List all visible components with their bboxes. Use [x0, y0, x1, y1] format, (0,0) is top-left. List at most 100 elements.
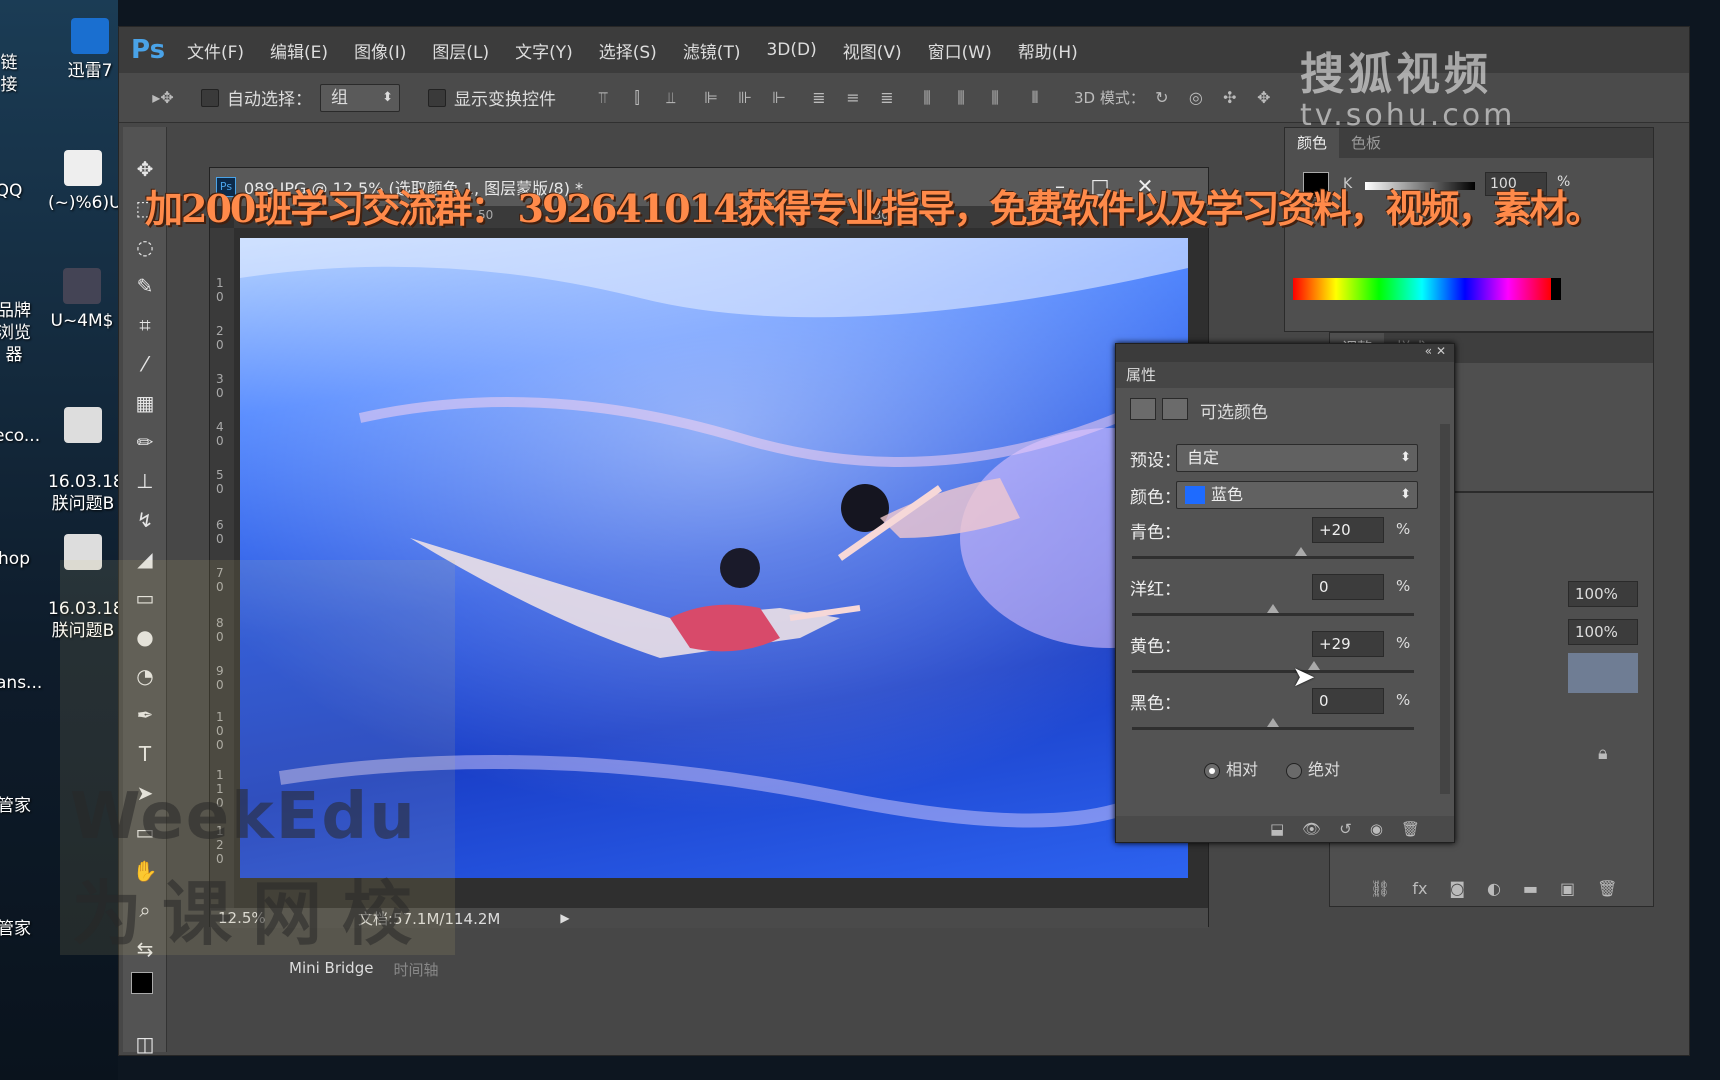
quick-mask-icon[interactable]: ◫ [125, 1026, 165, 1062]
cyan-slider[interactable] [1132, 547, 1414, 559]
yellow-input[interactable]: +29 [1312, 631, 1384, 657]
desktop-icon-manager2[interactable]: 管家 [0, 918, 32, 940]
align-hcenter-icon[interactable]: ⊪ [734, 87, 756, 109]
cyan-slider-thumb[interactable] [1295, 547, 1308, 556]
black-slider-thumb[interactable] [1267, 718, 1279, 727]
delete-layer-icon[interactable]: 🗑︎ [1597, 879, 1617, 898]
desktop-icon-qq[interactable]: QQ [0, 180, 24, 202]
properties-scrollbar[interactable] [1440, 424, 1450, 794]
new-group-icon[interactable]: ▬ [1523, 879, 1538, 898]
clip-to-layer-icon[interactable]: ⬓ [1270, 816, 1284, 842]
fill-input[interactable]: 100% [1568, 619, 1638, 645]
align-right-icon[interactable]: ⊩ [768, 87, 790, 109]
distribute-hcenter-icon[interactable]: ⫼ [950, 87, 972, 109]
ruler-tick: 6 0 [216, 518, 224, 546]
view-previous-icon[interactable]: 👁︎ [1302, 816, 1321, 842]
absolute-radio[interactable]: 绝对 [1286, 756, 1340, 780]
menu-window[interactable]: 窗口(W) [928, 38, 992, 63]
menu-filter[interactable]: 滤镜(T) [683, 38, 741, 63]
layer-row-selected[interactable] [1568, 653, 1638, 693]
weekedu-watermark-en: WeekEdu [70, 780, 417, 854]
history-brush-tool-icon[interactable]: ↯ [125, 502, 165, 538]
cyan-input[interactable]: +20 [1312, 517, 1384, 543]
desktop-icon-xunlei[interactable]: 迅雷7 [62, 18, 118, 82]
desktop-icon-browser[interactable]: 品牌浏览器 [0, 300, 32, 366]
brush-tool-icon[interactable]: ✏ [125, 424, 165, 460]
move-tool-icon[interactable]: ▸✥ [143, 87, 183, 109]
desktop-icon-file1[interactable]: (~)%6)U [48, 150, 122, 214]
reset-icon[interactable]: ↺ [1339, 816, 1352, 842]
new-layer-icon[interactable]: ▣ [1560, 879, 1575, 898]
menu-type[interactable]: 文字(Y) [515, 38, 573, 63]
3d-pan-icon[interactable]: ✣ [1219, 87, 1241, 109]
mask-icon[interactable] [1162, 398, 1188, 420]
desktop-icon-file2[interactable]: U~4M$ [46, 268, 118, 332]
desktop-icon-eco[interactable]: eco... [0, 425, 40, 447]
status-arrow-icon[interactable]: ▶ [560, 911, 569, 925]
desktop-icon-link[interactable]: 链接 [0, 52, 24, 96]
foreground-color[interactable] [131, 972, 153, 994]
align-top-icon[interactable]: ⫪ [592, 87, 614, 109]
auto-select-dropdown[interactable]: 组 [320, 83, 400, 112]
auto-select-checkbox[interactable] [201, 88, 219, 107]
3d-rotate-icon[interactable]: ↻ [1151, 87, 1173, 109]
align-left-icon[interactable]: ⊫ [700, 87, 722, 109]
preset-dropdown[interactable]: 自定 [1176, 444, 1418, 472]
menu-3d[interactable]: 3D(D) [766, 40, 816, 60]
distribute-left-icon[interactable]: ⫼ [916, 87, 938, 109]
desktop-icon-hop[interactable]: hop [0, 548, 32, 570]
stamp-tool-icon[interactable]: ⊥ [125, 463, 165, 499]
menu-image[interactable]: 图像(I) [354, 38, 406, 63]
color-swatches[interactable] [125, 970, 165, 1006]
yellow-slider[interactable] [1132, 661, 1414, 673]
3d-roll-icon[interactable]: ◎ [1185, 87, 1207, 109]
collapse-icon[interactable]: « ✕ [1425, 344, 1446, 358]
menu-layer[interactable]: 图层(L) [432, 38, 489, 63]
lasso-tool-icon[interactable]: ◌ [125, 229, 165, 265]
file-icon [64, 150, 102, 186]
crop-tool-icon[interactable]: ⌗ [125, 307, 165, 343]
desktop-icon-video1[interactable]: 16.03.18 朕问题B [48, 385, 124, 515]
show-transform-label: 显示变换控件 [454, 90, 556, 110]
new-adjustment-icon[interactable]: ◐ [1487, 879, 1501, 898]
fx-icon[interactable]: fx [1412, 879, 1427, 898]
magenta-input[interactable]: 0 [1312, 574, 1384, 600]
add-mask-icon[interactable]: ◙ [1449, 879, 1465, 898]
quick-select-tool-icon[interactable]: ✎ [125, 268, 165, 304]
ruler-tick: 4 0 [216, 420, 224, 448]
align-bottom-icon[interactable]: ⫫ [660, 87, 682, 109]
eyedropper-tool-icon[interactable]: ⁄ [125, 346, 165, 382]
healing-tool-icon[interactable]: ▦ [125, 385, 165, 421]
magenta-pct: % [1396, 577, 1411, 595]
menu-edit[interactable]: 编辑(E) [270, 38, 328, 63]
relative-radio[interactable]: 相对 [1204, 756, 1258, 780]
magenta-slider[interactable] [1132, 604, 1414, 616]
adjustment-icon[interactable] [1130, 398, 1156, 420]
3d-slide-icon[interactable]: ✥ [1253, 87, 1275, 109]
spectrum-bar[interactable] [1293, 278, 1561, 300]
black-slider[interactable] [1132, 718, 1414, 730]
lock-icon[interactable]: 🔒︎ [1598, 743, 1608, 764]
menu-help[interactable]: 帮助(H) [1018, 38, 1078, 63]
auto-align-icon[interactable]: ⫴ [1024, 87, 1046, 109]
distribute-right-icon[interactable]: ⫼ [984, 87, 1006, 109]
distribute-bottom-icon[interactable]: ≣ [876, 87, 898, 109]
tab-mini-bridge[interactable]: Mini Bridge [289, 959, 373, 980]
magenta-slider-thumb[interactable] [1267, 604, 1279, 613]
desktop-icon-manager1[interactable]: 管家 [0, 795, 32, 817]
tab-timeline[interactable]: 时间轴 [393, 959, 438, 980]
menu-file[interactable]: 文件(F) [187, 38, 244, 63]
show-transform-checkbox[interactable] [428, 88, 446, 107]
link-layers-icon[interactable]: ⛓ [1370, 879, 1390, 898]
align-vcenter-icon[interactable]: ⫿ [626, 87, 648, 109]
distribute-top-icon[interactable]: ≣ [808, 87, 830, 109]
menu-select[interactable]: 选择(S) [599, 38, 657, 63]
visibility-icon[interactable]: ◉ [1370, 816, 1383, 842]
black-input[interactable]: 0 [1312, 688, 1384, 714]
desktop-icon-ans[interactable]: ans... [0, 672, 42, 694]
colors-dropdown[interactable]: 蓝色 [1176, 481, 1418, 509]
menu-view[interactable]: 视图(V) [843, 38, 902, 63]
opacity-input[interactable]: 100% [1568, 581, 1638, 607]
distribute-vcenter-icon[interactable]: ≡ [842, 87, 864, 109]
delete-adjustment-icon[interactable]: 🗑︎ [1401, 816, 1420, 842]
